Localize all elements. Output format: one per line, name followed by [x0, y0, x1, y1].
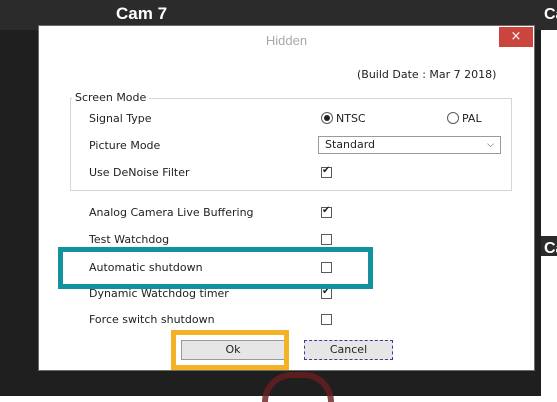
- automatic-shutdown-highlight: [58, 247, 373, 289]
- dialog-title: Hidden: [265, 33, 308, 48]
- test-watchdog-label: Test Watchdog: [89, 233, 170, 246]
- picture-mode-value: Standard: [325, 138, 376, 151]
- live-buffering-label: Analog Camera Live Buffering: [89, 206, 254, 219]
- chevron-down-icon: ⌵: [487, 140, 494, 150]
- picture-mode-select[interactable]: Standard ⌵: [318, 136, 501, 154]
- force-switch-shutdown-label: Force switch shutdown: [89, 313, 215, 326]
- denoise-label: Use DeNoise Filter: [89, 166, 190, 179]
- pal-label[interactable]: PAL: [462, 112, 482, 125]
- ok-button-highlight: [171, 330, 289, 370]
- pal-radio[interactable]: [447, 112, 459, 124]
- hidden-settings-dialog: Hidden × (Build Date : Mar 7 2018) Scree…: [38, 25, 535, 371]
- close-button[interactable]: ×: [499, 27, 533, 47]
- picture-mode-label: Picture Mode: [89, 139, 161, 152]
- signal-type-label: Signal Type: [89, 112, 152, 125]
- force-switch-shutdown-checkbox[interactable]: [321, 314, 332, 325]
- dialog-titlebar[interactable]: Hidden ×: [39, 26, 534, 55]
- denoise-checkbox[interactable]: [321, 165, 332, 178]
- camera-side-label-bottom: Ca: [544, 240, 557, 257]
- close-icon: ×: [510, 29, 522, 44]
- dynamic-watchdog-checkbox[interactable]: [321, 286, 332, 299]
- screen-mode-label: Screen Mode: [72, 91, 150, 104]
- camera-title: Cam 7: [116, 4, 168, 23]
- test-watchdog-checkbox[interactable]: [321, 234, 332, 245]
- build-date: (Build Date : Mar 7 2018): [357, 68, 497, 81]
- ntsc-radio[interactable]: [321, 112, 333, 124]
- live-buffering-checkbox[interactable]: [321, 205, 332, 218]
- ntsc-label[interactable]: NTSC: [336, 112, 366, 125]
- camera-side-label-top: Ca: [544, 6, 557, 23]
- cancel-button[interactable]: Cancel: [304, 340, 393, 360]
- camera-right-edge: [541, 0, 557, 396]
